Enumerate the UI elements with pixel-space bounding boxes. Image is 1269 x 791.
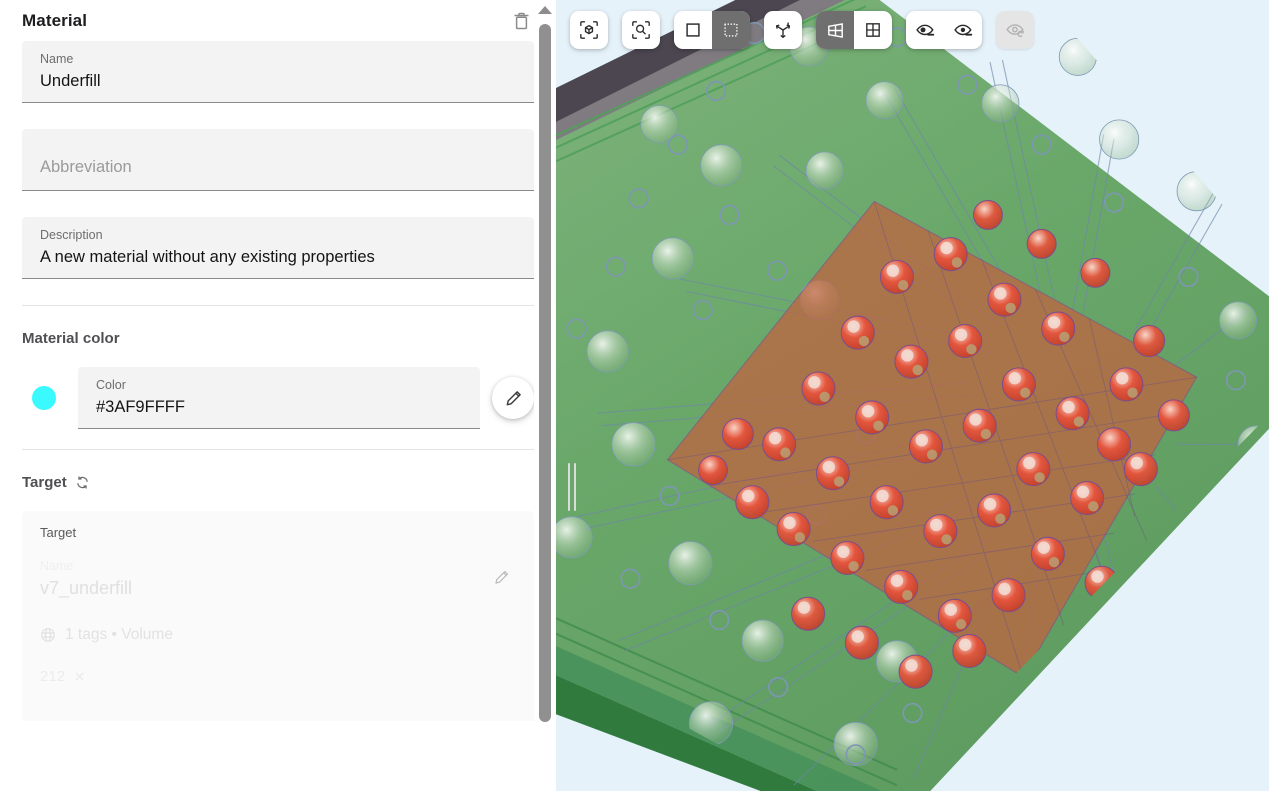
material-color-row: Color #3AF9FFFF (22, 367, 534, 429)
name-field[interactable]: Name Underfill (22, 41, 534, 103)
zoom-to-selection-button[interactable] (622, 11, 660, 49)
perspective-view-button[interactable] (816, 11, 854, 49)
trash-icon (512, 11, 531, 31)
marquee-select-button[interactable] (712, 11, 750, 49)
eye-dot-icon (953, 20, 974, 41)
globe-icon (40, 627, 56, 643)
grid-icon (863, 20, 883, 40)
edit-color-button[interactable] (492, 377, 534, 419)
color-field-label: Color (96, 378, 126, 392)
panel-header: Material (0, 0, 556, 41)
fit-object-icon (579, 20, 599, 40)
app-root: Material Name Underfill Abbreviation Des… (0, 0, 1269, 791)
page-title: Material (22, 10, 88, 30)
panel-scrollbar[interactable] (534, 0, 556, 791)
target-card[interactable]: Target Name v7_underfill 1 tags • Volume… (22, 511, 534, 721)
name-field-value: Underfill (40, 72, 101, 90)
square-outline-icon (683, 20, 703, 40)
orthographic-view-button[interactable] (854, 11, 892, 49)
target-name-label: Name (40, 559, 74, 573)
color-field-value: #3AF9FFFF (96, 398, 185, 416)
reset-visibility-group (996, 11, 1034, 49)
projection-group (816, 11, 892, 49)
fit-to-object-button[interactable] (570, 11, 608, 49)
chevron-up-icon[interactable] (538, 6, 552, 14)
section-divider-2 (22, 449, 534, 450)
perspective-icon (825, 20, 846, 41)
selection-mode-group (674, 11, 750, 49)
visibility-group (906, 11, 982, 49)
refresh-icon[interactable] (75, 475, 90, 490)
target-meta: 1 tags • Volume (40, 626, 516, 644)
fit-view-group (570, 11, 608, 49)
description-field[interactable]: Description A new material without any e… (22, 217, 534, 279)
target-section-title: Target (22, 474, 534, 491)
description-field-label: Description (40, 228, 103, 242)
section-divider-1 (22, 305, 534, 306)
description-field-value: A new material without any existing prop… (40, 248, 375, 266)
target-tag-chip[interactable]: 212 (40, 668, 86, 685)
target-section-label: Target (22, 474, 67, 491)
abbreviation-field[interactable]: Abbreviation (22, 129, 534, 191)
target-name-value: v7_underfill (40, 578, 133, 598)
3d-scene-render[interactable] (556, 0, 1269, 791)
material-color-section-title: Material color (22, 330, 120, 347)
toggle-axes-button[interactable] (764, 11, 802, 49)
color-hex-field[interactable]: Color #3AF9FFFF (78, 367, 480, 429)
reset-visibility-button (996, 11, 1034, 49)
panel-resize-handle[interactable] (568, 463, 576, 511)
hide-selected-button[interactable] (906, 11, 944, 49)
scrollbar-thumb[interactable] (539, 24, 551, 722)
close-icon[interactable] (73, 670, 86, 683)
target-tag-value: 212 (40, 668, 66, 685)
viewport-toolbar (570, 11, 1034, 49)
axes-icon (773, 20, 793, 40)
delete-material-button[interactable] (508, 8, 534, 34)
abbreviation-field-placeholder: Abbreviation (40, 158, 132, 176)
zoom-select-icon (631, 20, 651, 40)
edit-target-button[interactable] (493, 569, 510, 586)
material-properties-panel: Material Name Underfill Abbreviation Des… (0, 0, 556, 791)
box-select-button[interactable] (674, 11, 712, 49)
zoom-to-selection-group (622, 11, 660, 49)
pencil-icon (504, 389, 523, 408)
resize-grip-line (574, 463, 576, 511)
name-field-label: Name (40, 52, 74, 66)
target-card-label: Target (40, 525, 77, 540)
panel-body: Name Underfill Abbreviation Description … (0, 41, 556, 721)
target-meta-text: 1 tags • Volume (65, 626, 173, 643)
axis-group (764, 11, 802, 49)
resize-grip-line (568, 463, 570, 511)
isolate-selected-button[interactable] (944, 11, 982, 49)
eye-refresh-icon (1005, 20, 1026, 41)
3d-viewport[interactable] (556, 0, 1269, 791)
color-swatch[interactable] (32, 386, 56, 410)
dashed-square-icon (721, 20, 741, 40)
eye-minus-icon (915, 20, 936, 41)
